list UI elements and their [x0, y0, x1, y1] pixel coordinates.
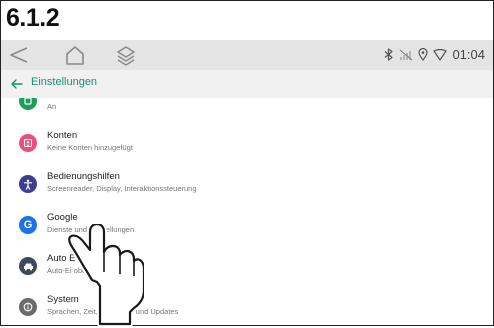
home-nav-icon[interactable]	[63, 44, 87, 66]
clock: 01:04	[452, 47, 485, 62]
item-subtitle: Keine Konten hinzugefügt	[47, 143, 133, 152]
item-subtitle: Screenreader, Display, Interaktionssteue…	[47, 184, 197, 193]
back-arrow-icon[interactable]	[9, 76, 25, 92]
back-nav-icon[interactable]	[7, 44, 31, 66]
bluetooth-icon	[385, 48, 394, 61]
no-signal-icon	[400, 49, 413, 61]
status-icons: 01:04	[384, 47, 485, 62]
item-subtitle: An	[47, 102, 57, 111]
app-bar: Einstellungen	[1, 70, 493, 99]
account-icon	[19, 134, 37, 152]
pointing-hand-icon	[66, 224, 144, 327]
accessibility-icon	[19, 175, 37, 193]
status-bar: 01:04	[1, 40, 493, 70]
green-settings-icon	[19, 98, 37, 110]
google-icon: G	[19, 216, 37, 234]
recent-apps-icon[interactable]	[114, 44, 138, 66]
item-title: Google	[47, 212, 78, 223]
system-info-icon	[19, 298, 37, 316]
settings-item-bedienungshilfen[interactable]: Bedienungshilfen Screenreader, Display, …	[1, 164, 493, 204]
item-title: Bedienungshilfen	[47, 171, 120, 182]
location-icon	[418, 48, 429, 61]
car-icon	[19, 257, 37, 275]
page-title: Einstellungen	[31, 76, 98, 88]
step-number: 6.1.2	[6, 4, 60, 32]
wifi-icon	[433, 48, 448, 61]
item-title: Konten	[47, 130, 78, 141]
settings-item-konten[interactable]: Konten Keine Konten hinzugefügt	[1, 123, 493, 163]
